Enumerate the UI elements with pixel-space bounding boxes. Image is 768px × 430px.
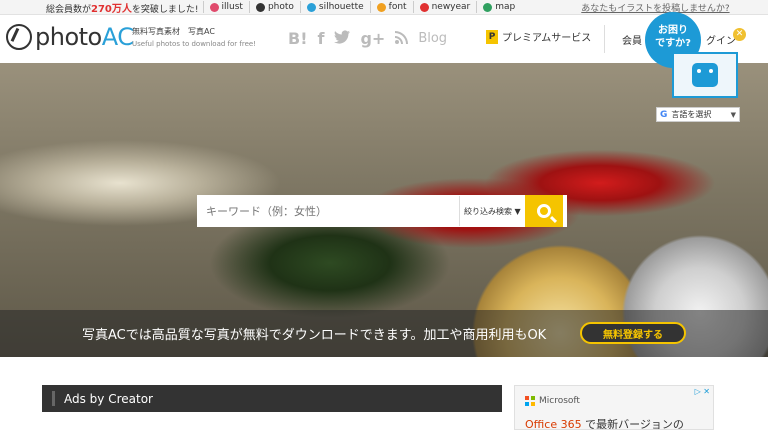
tagline-main: 無料写真素材 写真AC — [132, 27, 215, 36]
adchoices-icon[interactable]: ▷ ✕ — [695, 387, 710, 396]
site-link-label: font — [388, 2, 407, 12]
ad-headline: Office 365 で最新バージョンの — [525, 418, 684, 430]
illust-icon — [209, 2, 219, 12]
search-bar: 絞り込み検索 ▼ — [197, 195, 567, 227]
header-divider — [604, 25, 605, 53]
robot-icon — [692, 63, 718, 87]
site-links: illust photo silhouette font newyear map — [202, 1, 522, 13]
help-text: お困り ですか? — [655, 25, 691, 49]
site-tagline: 無料写真素材 写真AC Useful photos to download fo… — [132, 26, 256, 50]
premium-label: プレミアムサービス — [502, 33, 592, 44]
blog-link[interactable]: Blog — [418, 31, 447, 46]
newyear-icon — [419, 2, 429, 12]
free-register-button[interactable]: 無料登録する — [580, 322, 686, 344]
rss-icon[interactable] — [395, 29, 409, 48]
site-link-label: silhouette — [318, 2, 364, 12]
premium-icon: P — [486, 29, 498, 44]
announce-prefix: 総会員数が — [46, 4, 92, 15]
banner-message: 写真ACでは高品質な写真が無料でダウンロードできます。加工や商用利用もOK — [82, 328, 547, 343]
filter-search-dropdown[interactable]: 絞り込み検索 ▼ — [459, 196, 525, 226]
member-count: 270万人 — [91, 3, 132, 15]
site-link-illust[interactable]: illust — [202, 1, 249, 13]
language-selector[interactable]: G 言語を選択 ▼ — [656, 107, 740, 122]
site-link-silhouette[interactable]: silhouette — [299, 1, 370, 13]
site-link-map[interactable]: map — [476, 1, 521, 13]
site-link-newyear[interactable]: newyear — [412, 1, 477, 13]
language-label: 言語を選択 — [671, 110, 712, 119]
silhouette-icon — [306, 2, 316, 12]
search-icon — [536, 204, 551, 218]
site-link-label: photo — [267, 2, 294, 12]
photo-icon — [255, 2, 265, 12]
site-link-font[interactable]: font — [369, 1, 413, 13]
search-button[interactable] — [524, 195, 563, 227]
search-input[interactable] — [197, 196, 459, 226]
chat-robot-widget[interactable] — [672, 52, 738, 98]
registration-banner: 写真ACでは高品質な写真が無料でダウンロードできます。加工や商用利用もOK 無料… — [0, 310, 768, 357]
photoac-logo[interactable]: photoAC — [6, 23, 134, 51]
logo-text: photoAC — [35, 23, 134, 51]
member-count-announcement: 総会員数が270万人を突破しました! — [46, 0, 199, 15]
site-link-label: newyear — [431, 2, 471, 12]
announce-suffix: を突破しました! — [131, 4, 199, 15]
microsoft-logo: Microsoft — [525, 396, 580, 406]
microsoft-ad[interactable]: Microsoft Office 365 で最新バージョンの ▷ ✕ — [514, 385, 714, 430]
google-plus-icon[interactable]: g+ — [360, 29, 385, 48]
member-registration-link[interactable]: 会員 — [622, 32, 642, 47]
contribute-link[interactable]: あなたもイラストを投稿しませんか? — [581, 1, 729, 14]
top-bar: 総会員数が270万人を突破しました! illust photo silhouet… — [0, 0, 768, 15]
ads-title: Ads by Creator — [64, 391, 153, 406]
social-links: B! f g+ Blog — [288, 29, 447, 48]
google-icon: G — [660, 109, 668, 120]
site-link-photo[interactable]: photo — [248, 1, 300, 13]
hatena-bookmark-icon[interactable]: B! — [288, 29, 308, 48]
login-link[interactable]: グイン — [706, 32, 736, 47]
facebook-icon[interactable]: f — [318, 29, 325, 48]
site-link-label: map — [495, 2, 516, 12]
site-link-label: illust — [221, 2, 243, 12]
chevron-down-icon: ▼ — [730, 110, 736, 119]
twitter-icon[interactable] — [334, 29, 351, 48]
font-icon — [376, 2, 386, 12]
microsoft-logo-icon — [525, 396, 535, 406]
premium-service-link[interactable]: P プレミアムサービス — [486, 29, 591, 44]
ads-by-creator-header: Ads by Creator — [42, 385, 502, 412]
logo-mark-icon — [6, 24, 32, 50]
close-icon[interactable]: ✕ — [733, 28, 746, 41]
map-icon — [483, 2, 493, 12]
tagline-sub: Useful photos to download for free! — [132, 40, 256, 48]
hero-image: G 言語を選択 ▼ 絞り込み検索 ▼ 写真ACでは高品質な写真が無料でダウンロー… — [0, 63, 768, 357]
